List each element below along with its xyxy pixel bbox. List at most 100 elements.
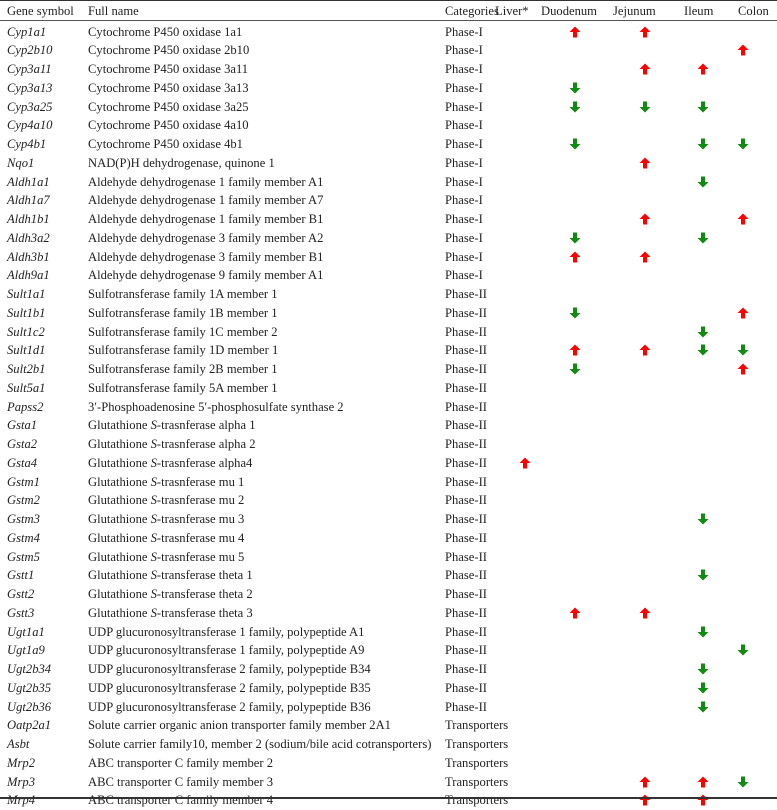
arrow-up-icon [737,213,749,225]
table-row: Ugt1a9 UDP glucuronosyltransferase 1 fami… [0,641,777,660]
gene-symbol: Cyp3a25 [7,99,53,114]
header-duodenum: Duodenum [541,4,597,18]
arrow-down-icon [697,344,709,356]
full-name: Cytochrome P450 oxidase 4a10 [88,118,249,133]
table-row: Gsta1 Glutathione S-trasnferase alpha 1 Ph… [0,416,777,435]
full-name: ABC transporter C family member 2 [88,755,274,770]
full-name-part: Glutathione [88,568,151,583]
full-name-part: -trasnferase alpha 2 [156,437,256,451]
table-row: Gsta2 Glutathione S-trasnferase alpha 2 Ph… [0,435,777,454]
arrow-down-icon [569,307,581,319]
full-name: Glutathione S-trasnferase alpha 1 [88,418,256,432]
full-name: Cytochrome P450 oxidase 3a11 [88,62,249,76]
full-name: Solute carrier organic anion transporter… [88,718,391,733]
table-row: Aldh3a2 Aldehyde dehydrogenase 3 family m… [0,229,777,248]
category: Phase-II [445,605,487,620]
full-name-part: Glutathione [88,418,151,433]
full-name-part: -transferase theta 2 [156,587,253,601]
table-row: Gstm4 Glutathione S-trasnferase mu 4 Phase… [0,529,777,548]
header-jejunum: Jejunum [613,4,656,18]
arrow-up-icon [639,776,651,787]
table-row: Ugt2b34 UDP glucuronosyltransferase 2 fam… [0,660,777,679]
arrow-down-icon [697,513,709,525]
table-row: Cyp1a1 Cytochrome P450 oxidase 1a1 Phase-I [0,23,777,42]
full-name: Sulfotransferase family 2B member 1 [88,362,278,376]
arrow-down-icon [697,138,709,150]
gene-symbol: Gsta2 [7,437,38,451]
gene-symbol: Ugt2b35 [7,680,52,695]
category: Phase-II [445,568,487,583]
full-name-part: Glutathione [88,587,151,601]
gene-symbol: Gsta1 [7,418,38,433]
full-name: Sulfotransferase family 1A member 1 [88,287,278,301]
full-name: ABC transporter C family member 3 [88,774,274,789]
arrow-up-icon [697,63,709,75]
full-name: Glutathione S-trasnferase mu 2 [88,493,244,507]
gene-symbol: Cyp4a10 [7,118,53,133]
gene-expression-table: Gene symbol Full name Categories Liver* … [0,0,777,807]
category: Phase-II [445,680,487,695]
category: Phase-II [445,343,487,358]
table-row: Gstm5 Glutathione S-trasnferase mu 5 Phase… [0,548,777,567]
full-name: Glutathione S-trasnferase alpha4 [88,456,252,470]
category: Phase-II [445,512,487,526]
arrow-up-icon [569,344,581,356]
table-row: Cyp3a13 Cytochrome P450 oxidase 3a13 Phase… [0,79,777,98]
arrow-down-icon [697,176,709,187]
full-name-part: Glutathione [88,455,151,470]
table-row: Papss2 3′-Phosphoadenosine 5′-phosphosulf… [0,398,777,417]
table-row: Aldh1a1 Aldehyde dehydrogenase 1 family m… [0,173,777,192]
category: Phase-II [445,493,487,508]
full-name: Aldehyde dehydrogenase 3 family member B… [88,249,324,264]
category: Phase-I [445,155,483,170]
category: Transporters [445,793,509,808]
table-row: Oatp2a1 Solute carrier organic anion tran… [0,716,777,735]
gene-symbol: Aldh3a2 [7,230,50,245]
gene-symbol: Sult1c2 [7,324,45,339]
arrow-down-icon [697,682,709,694]
full-name: Glutathione S-transferase theta 2 [88,587,253,601]
full-name-part: Glutathione [88,549,151,564]
full-name: Cytochrome P450 oxidase 4b1 [88,137,243,151]
gene-symbol: Sult1a1 [7,287,46,301]
category: Phase-II [445,362,487,376]
full-name: UDP glucuronosyltransferase 2 family, po… [88,699,371,714]
gene-symbol: Cyp1a1 [7,24,47,39]
full-name-part: -trasnferase mu 2 [156,493,245,508]
gene-symbol: Cyp4b1 [7,137,47,151]
gene-symbol: Gsta4 [7,455,38,470]
full-name: Cytochrome P450 oxidase 3a25 [88,99,249,114]
arrow-up-icon [519,457,531,469]
category: Phase-II [445,530,487,545]
category: Phase-I [445,24,483,39]
gene-symbol: Gstm1 [7,474,40,489]
gene-symbol: Cyp3a13 [7,80,53,95]
arrow-up-icon [569,607,581,619]
arrow-up-icon [639,26,651,37]
arrow-up-icon [639,213,651,225]
table-header-rule [0,20,777,21]
category: Transporters [445,774,509,789]
arrow-down-icon [737,776,749,787]
full-name-part: Glutathione [88,530,151,545]
category: Phase-II [445,287,487,301]
arrow-down-icon [569,232,581,244]
gene-symbol: Gstm5 [7,549,40,564]
category: Phase-II [445,305,487,320]
table-row: Gstm1 Glutathione S-trasnferase mu 1 Phase… [0,473,777,492]
arrow-down-icon [569,82,581,94]
full-name: UDP glucuronosyltransferase 2 family, po… [88,662,371,676]
full-name: Cytochrome P450 oxidase 2b10 [88,43,250,58]
full-name: Cytochrome P450 oxidase 1a1 [88,24,243,39]
gene-symbol: Nqo1 [7,155,35,170]
table-top-rule [0,0,777,1]
table-row: Mrp3 ABC transporter C family member 3 Tra… [0,773,777,792]
full-name-part: Glutathione [88,437,151,451]
full-name-part: -trasnferase mu 3 [156,512,245,526]
full-name: Cytochrome P450 oxidase 3a13 [88,80,249,95]
category: Phase-I [445,62,483,76]
full-name: Aldehyde dehydrogenase 1 family member B… [88,212,324,226]
arrow-up-icon [737,307,749,319]
full-name-part: Glutathione [88,512,151,526]
table-row: Sult2b1 Sulfotransferase family 2B member… [0,360,777,379]
